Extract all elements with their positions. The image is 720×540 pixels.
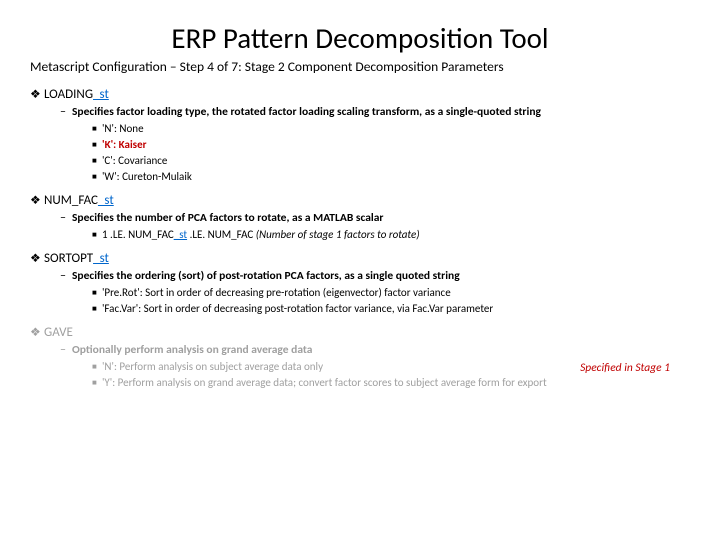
square-bullet-icon: ■ (92, 156, 102, 166)
square-bullet-icon: ■ (92, 140, 102, 150)
param-desc-row: –Specifies the ordering (sort) of post-r… (30, 269, 690, 283)
param-option: ■'W': Cureton-Mulaik (30, 170, 690, 183)
param-name: NUM_FAC_st (44, 193, 114, 208)
param-desc-row: –Specifies factor loading type, the rota… (30, 105, 690, 119)
page-subtitle: Metascript Configuration – Step 4 of 7: … (30, 58, 690, 75)
param-desc: Specifies factor loading type, the rotat… (72, 105, 541, 119)
param-name: GAVE (44, 325, 73, 340)
square-bullet-icon: ■ (92, 378, 102, 388)
diamond-bullet-icon: ❖ (30, 193, 38, 208)
page-title: ERP Pattern Decomposition Tool (30, 20, 690, 56)
param-option: ■'Pre.Rot': Sort in order of decreasing … (30, 286, 690, 299)
stage-note: Specified in Stage 1 (580, 361, 670, 375)
param-header: ❖ SORTOPT_st (30, 251, 690, 266)
param-desc: Optionally perform analysis on grand ave… (72, 343, 312, 357)
param-option: ■'N': None (30, 122, 690, 135)
param-name: LOADING_st (44, 87, 109, 102)
param-option: ■'Fac.Var': Sort in order of decreasing … (30, 302, 690, 315)
param-desc: Specifies the number of PCA factors to r… (72, 211, 383, 225)
square-bullet-icon: ■ (92, 124, 102, 134)
square-bullet-icon: ■ (92, 362, 102, 372)
param-header: ❖ GAVE (30, 325, 690, 340)
square-bullet-icon: ■ (92, 304, 102, 314)
square-bullet-icon: ■ (92, 230, 102, 240)
param-option: ■'K': Kaiser (30, 138, 690, 151)
param-desc: Specifies the ordering (sort) of post-ro… (72, 269, 460, 283)
diamond-bullet-icon: ❖ (30, 325, 38, 340)
param-name: SORTOPT_st (44, 251, 109, 266)
param-section: ❖ NUM_FAC_st –Specifies the number of PCA … (30, 193, 690, 241)
param-option: ■'C': Covariance (30, 154, 690, 167)
square-bullet-icon: ■ (92, 288, 102, 298)
diamond-bullet-icon: ❖ (30, 251, 38, 266)
param-option: ■'Y': Perform analysis on grand average … (30, 376, 690, 389)
param-header: ❖ NUM_FAC_st (30, 193, 690, 208)
param-header: ❖ LOADING_st (30, 87, 690, 102)
param-desc-row: –Specifies the number of PCA factors to … (30, 211, 690, 225)
param-section: ❖ LOADING_st –Specifies factor loading typ… (30, 87, 690, 183)
diamond-bullet-icon: ❖ (30, 87, 38, 102)
param-section: ❖ SORTOPT_st –Specifies the ordering (sort… (30, 251, 690, 315)
square-bullet-icon: ■ (92, 172, 102, 182)
param-option: ■1 .LE. NUM_FAC_st .LE. NUM_FAC (Number … (30, 228, 690, 241)
param-section: ❖ GAVE –Optionally perform analysis on gra… (30, 325, 690, 389)
param-desc-row: –Optionally perform analysis on grand av… (30, 343, 690, 357)
